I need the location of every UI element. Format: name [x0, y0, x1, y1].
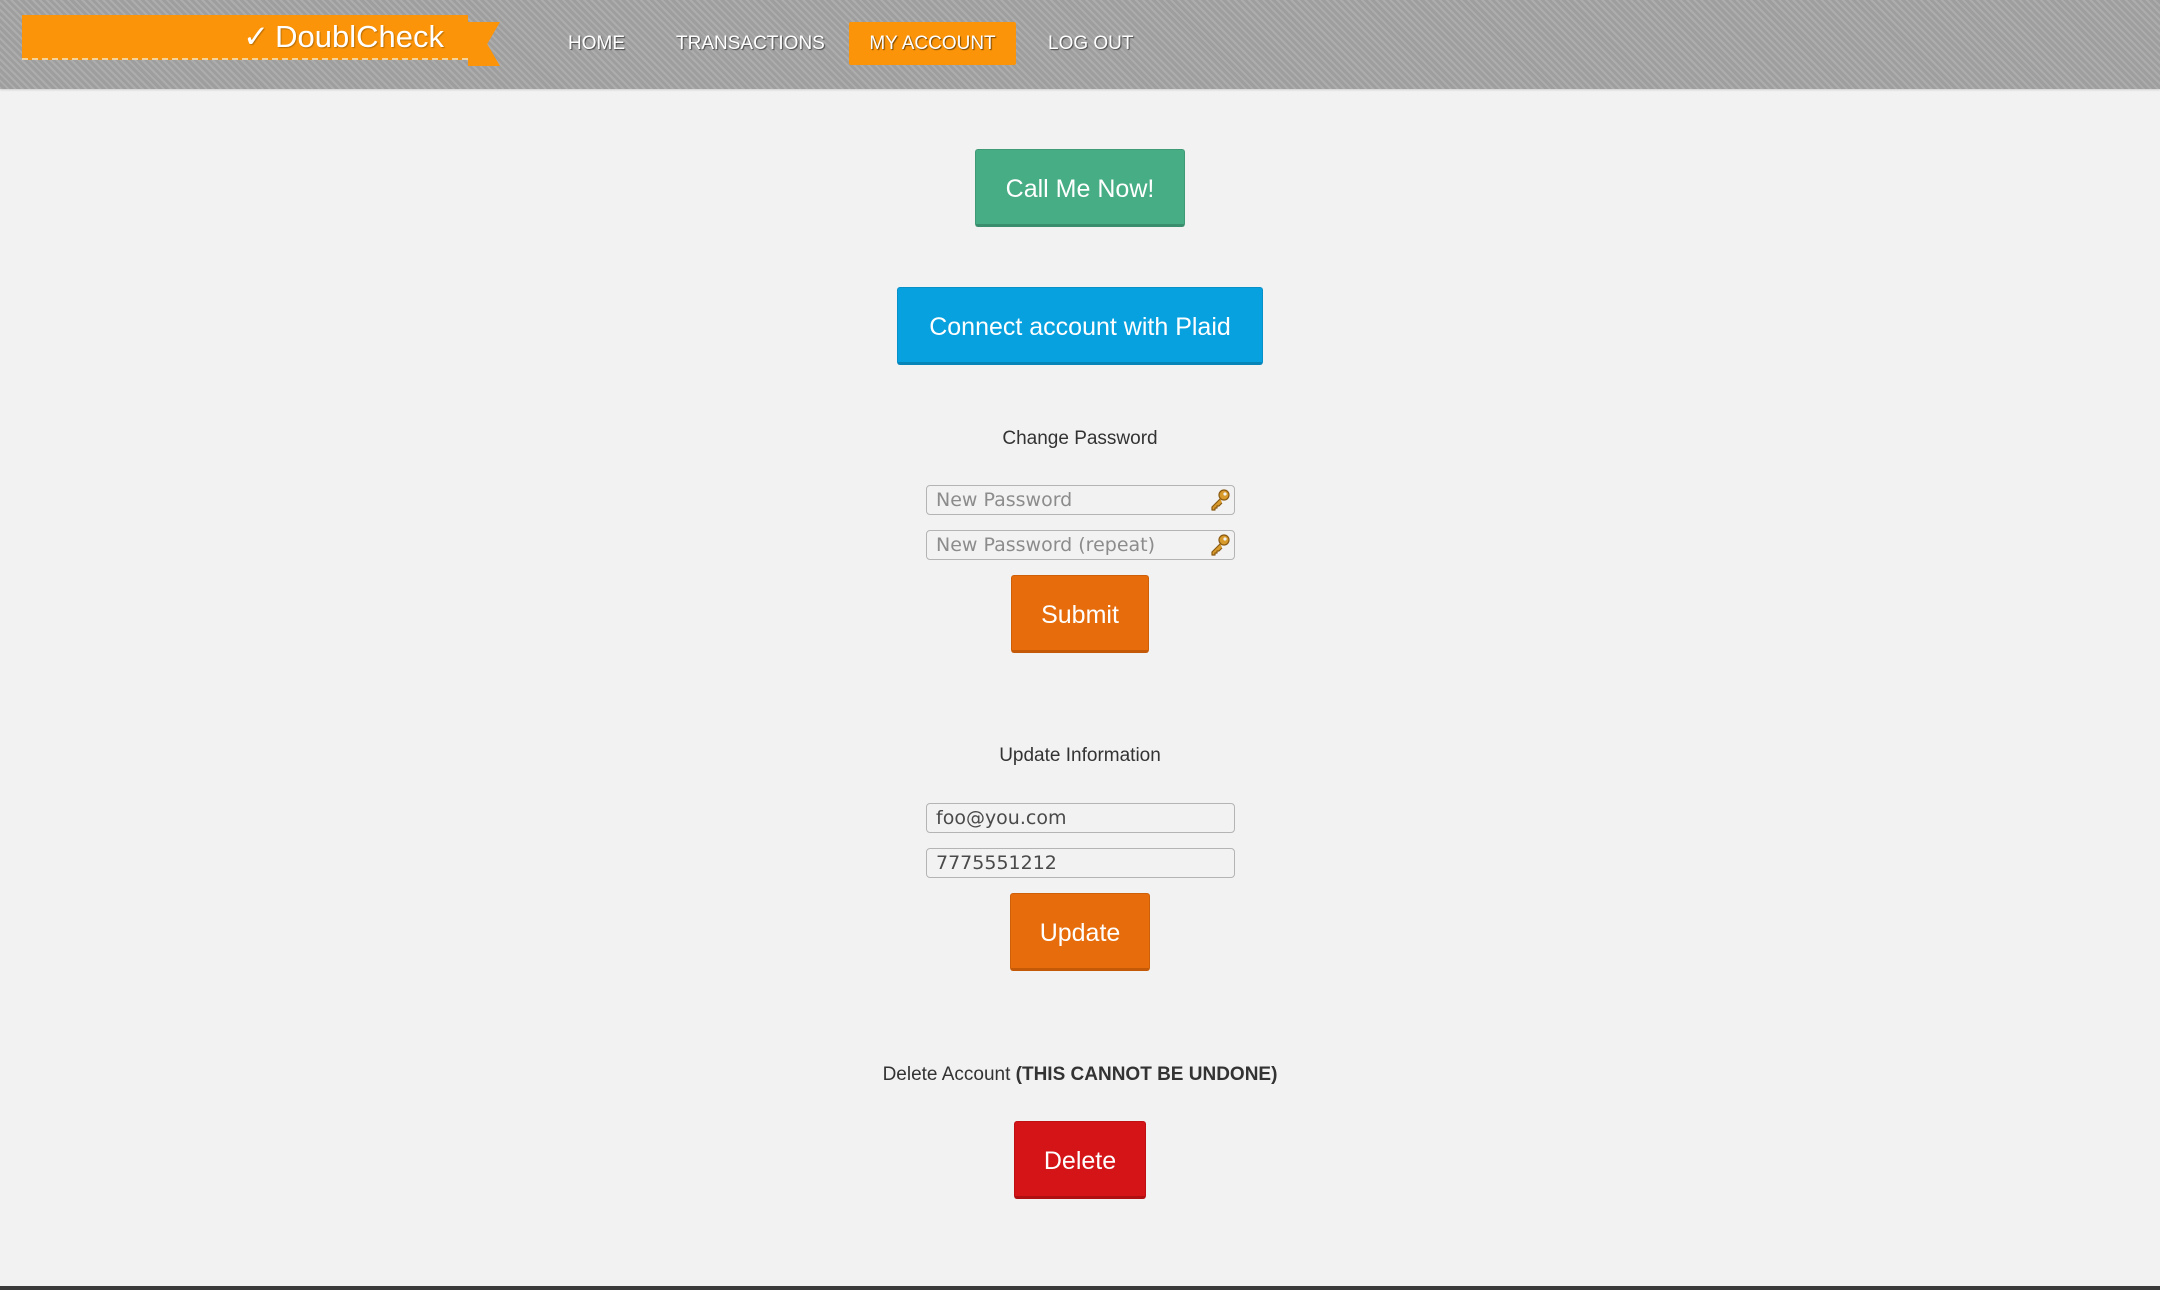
nav-my-account[interactable]: MY ACCOUNT: [849, 22, 1016, 65]
logo-ribbon-tail: [468, 22, 500, 66]
brand-logo-text: ✓ DoublCheck: [243, 15, 444, 58]
delete-account-button[interactable]: Delete: [1014, 1121, 1146, 1199]
brand-name: DoublCheck: [275, 19, 444, 54]
connect-plaid-button[interactable]: Connect account with Plaid: [897, 287, 1263, 365]
email-field[interactable]: [926, 803, 1235, 833]
nav-transactions[interactable]: TRANSACTIONS: [676, 22, 825, 65]
nav-log-out[interactable]: LOG OUT: [1048, 22, 1134, 65]
delete-account-label: Delete Account: [882, 1064, 1011, 1085]
phone-field[interactable]: [926, 848, 1235, 878]
change-password-heading: Change Password: [1002, 428, 1158, 449]
repeat-password-input[interactable]: [926, 530, 1235, 560]
footer-divider: [0, 1286, 2160, 1290]
delete-warning: (THIS CANNOT BE UNDONE): [1015, 1064, 1278, 1085]
check-icon: ✓: [243, 19, 270, 54]
brand-logo[interactable]: ✓ DoublCheck: [22, 15, 468, 60]
update-information-heading: Update Information: [999, 745, 1161, 766]
nav-home[interactable]: HOME: [568, 22, 625, 65]
update-info-button[interactable]: Update: [1010, 893, 1150, 971]
key-icon[interactable]: [1208, 533, 1232, 557]
key-icon[interactable]: [1208, 488, 1232, 512]
top-navbar: ✓ DoublCheck HOME TRANSACTIONS MY ACCOUNT…: [0, 0, 2160, 89]
call-me-now-button[interactable]: Call Me Now!: [975, 149, 1185, 227]
submit-password-button[interactable]: Submit: [1011, 575, 1149, 653]
new-password-input[interactable]: [926, 485, 1235, 515]
delete-account-heading: Delete Account (THIS CANNOT BE UNDONE): [0, 1064, 2160, 1086]
